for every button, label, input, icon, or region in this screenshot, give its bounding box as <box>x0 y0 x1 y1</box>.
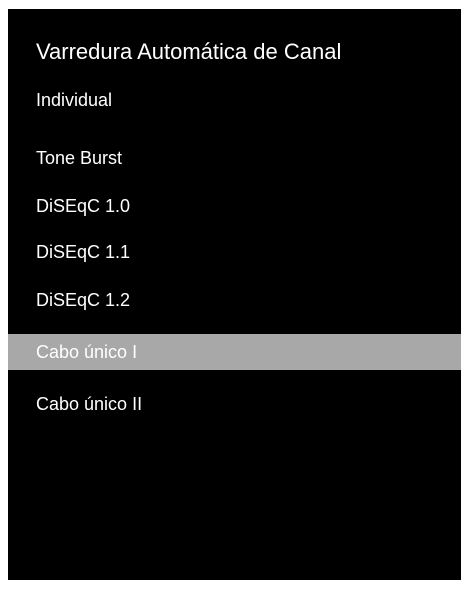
option-label: DiSEqC 1.1 <box>36 242 131 262</box>
option-diseqc-1-0[interactable]: DiSEqC 1.0 <box>8 188 461 224</box>
option-label: DiSEqC 1.2 <box>36 290 131 310</box>
option-cabo-unico-1[interactable]: Cabo único I <box>8 334 461 370</box>
option-diseqc-1-2[interactable]: DiSEqC 1.2 <box>8 282 461 318</box>
option-diseqc-1-1[interactable]: DiSEqC 1.1 <box>8 234 461 270</box>
option-label: Cabo único II <box>36 394 143 414</box>
option-cabo-unico-2[interactable]: Cabo único II <box>8 386 461 422</box>
option-label: Tone Burst <box>36 148 123 168</box>
tv-menu-screen: Varredura Automática de Canal Individual… <box>8 9 461 580</box>
option-tone-burst[interactable]: Tone Burst <box>8 140 461 176</box>
option-label: Cabo único I <box>36 342 138 362</box>
lnb-type-options-list: Tone Burst DiSEqC 1.0 DiSEqC 1.1 DiSEqC … <box>8 9 461 580</box>
option-label: DiSEqC 1.0 <box>36 196 131 216</box>
